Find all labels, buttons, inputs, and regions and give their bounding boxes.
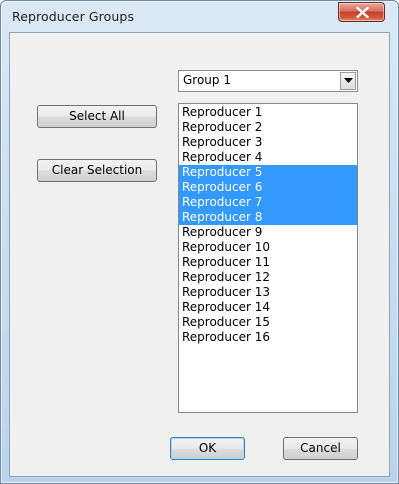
dialog-client-area: Group 1 Select All Clear Selection Repro… <box>9 32 390 477</box>
close-button[interactable] <box>338 2 385 22</box>
list-item[interactable]: Reproducer 2 <box>179 120 357 135</box>
dialog-window: Reproducer Groups Group 1 Select All Cle… <box>0 0 399 484</box>
list-item[interactable]: Reproducer 6 <box>179 180 357 195</box>
cancel-button[interactable]: Cancel <box>283 437 358 460</box>
group-select[interactable]: Group 1 <box>178 70 358 92</box>
select-all-button[interactable]: Select All <box>37 105 157 128</box>
title-bar[interactable]: Reproducer Groups <box>1 1 398 31</box>
list-item[interactable]: Reproducer 3 <box>179 135 357 150</box>
clear-selection-button[interactable]: Clear Selection <box>37 159 157 182</box>
list-item[interactable]: Reproducer 4 <box>179 150 357 165</box>
list-item[interactable]: Reproducer 13 <box>179 285 357 300</box>
list-item[interactable]: Reproducer 9 <box>179 225 357 240</box>
list-item[interactable]: Reproducer 15 <box>179 315 357 330</box>
list-item[interactable]: Reproducer 8 <box>179 210 357 225</box>
list-item[interactable]: Reproducer 12 <box>179 270 357 285</box>
reproducer-listbox[interactable]: Reproducer 1 Reproducer 2 Reproducer 3 Repr… <box>178 103 358 413</box>
group-select-dropdown-button[interactable] <box>340 72 356 90</box>
list-item[interactable]: Reproducer 16 <box>179 330 357 345</box>
chevron-down-icon <box>344 78 353 83</box>
window-title: Reproducer Groups <box>12 9 135 24</box>
list-item[interactable]: Reproducer 1 <box>179 105 357 120</box>
group-select-value: Group 1 <box>183 73 231 87</box>
list-item[interactable]: Reproducer 5 <box>179 165 357 180</box>
list-item[interactable]: Reproducer 7 <box>179 195 357 210</box>
ok-button[interactable]: OK <box>170 437 245 460</box>
list-item[interactable]: Reproducer 10 <box>179 240 357 255</box>
list-item[interactable]: Reproducer 11 <box>179 255 357 270</box>
close-icon <box>356 7 369 18</box>
list-item[interactable]: Reproducer 14 <box>179 300 357 315</box>
